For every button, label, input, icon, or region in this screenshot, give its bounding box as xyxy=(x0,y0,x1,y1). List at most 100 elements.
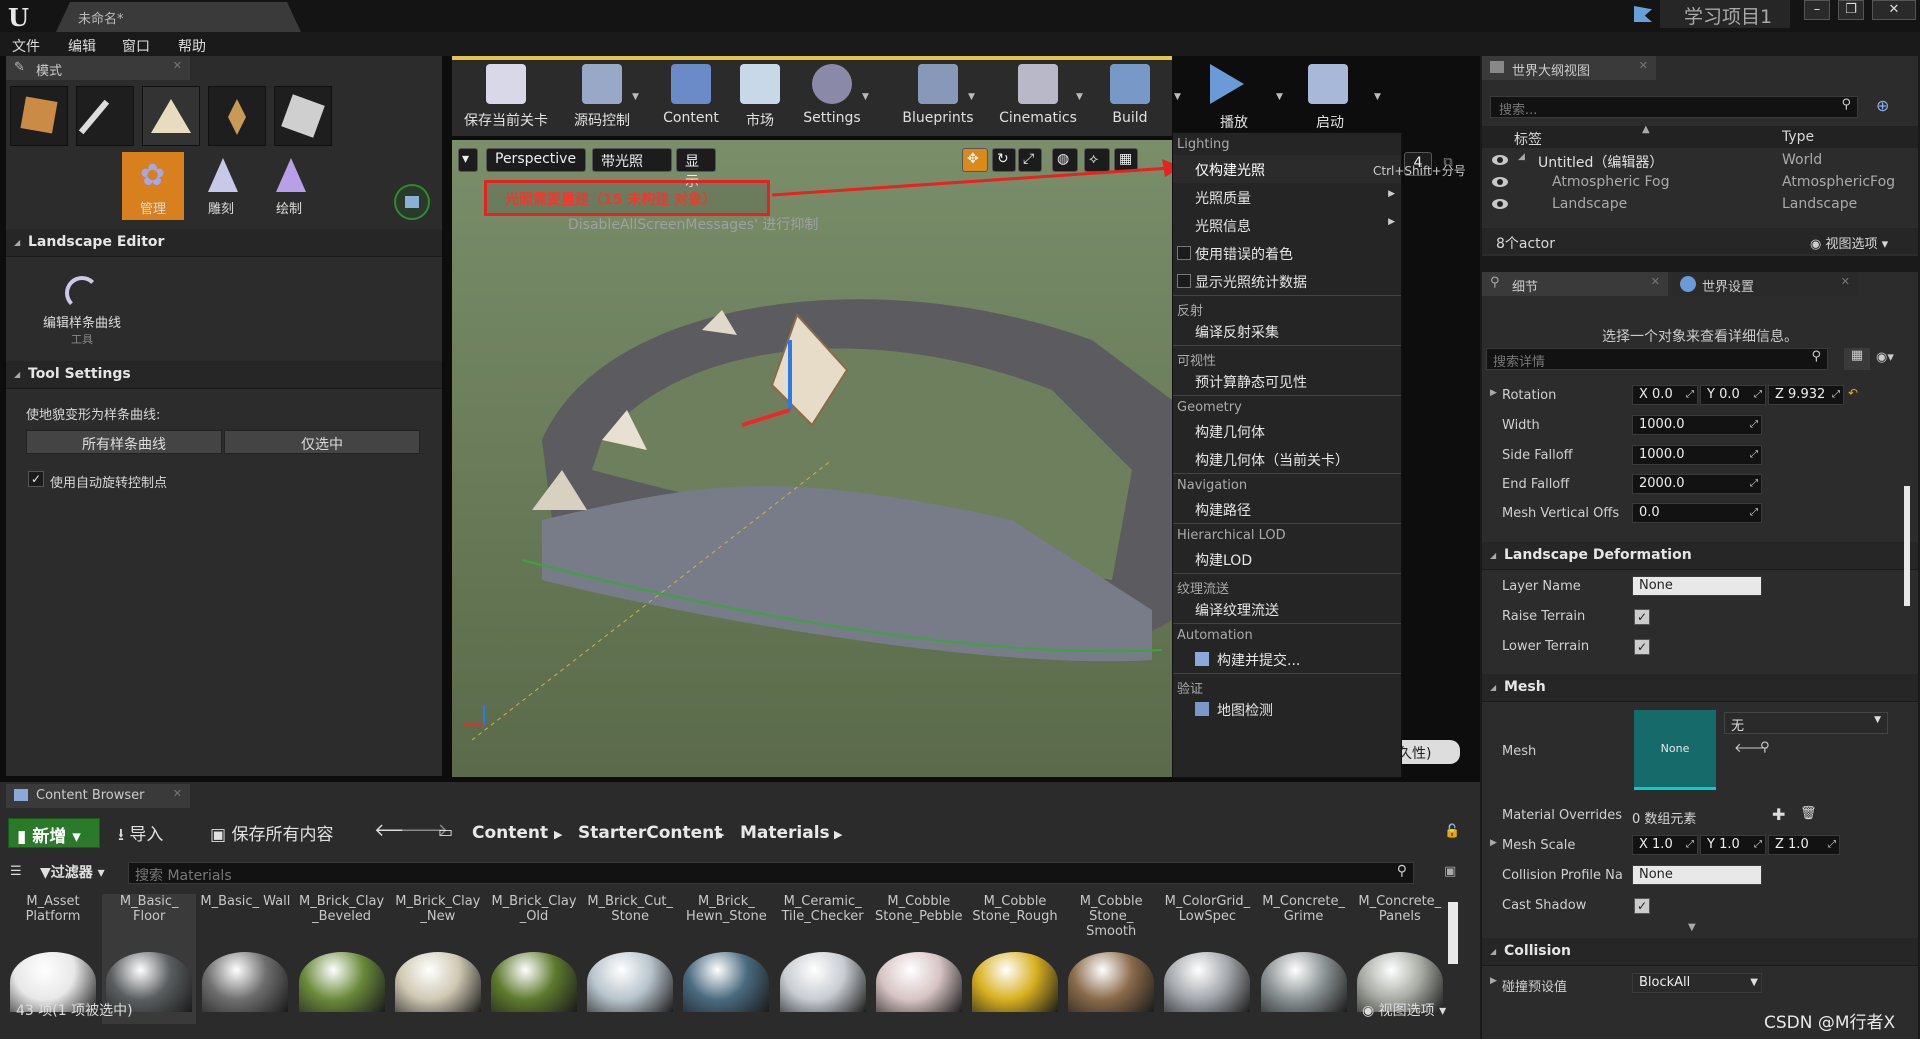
asset-tile[interactable]: M_Cobble Stone_Rough xyxy=(968,894,1062,1024)
browse-icon[interactable]: ⚲ xyxy=(1760,740,1770,755)
place-mode-icon[interactable] xyxy=(10,86,68,146)
chevron-down-icon[interactable]: ▼ xyxy=(968,92,975,102)
minimize-button[interactable]: – xyxy=(1804,0,1830,20)
spinner-icon[interactable]: ⤢ xyxy=(1754,389,1762,400)
raise-terrain-checkbox[interactable]: ✓ xyxy=(1634,609,1650,625)
expand-arrow-icon[interactable]: ▶ xyxy=(1490,838,1497,848)
source-control-button[interactable]: 源码控制 xyxy=(562,64,642,136)
trash-icon[interactable]: 🗑 xyxy=(1800,806,1817,821)
sources-toggle-icon[interactable]: ☰ xyxy=(10,864,22,879)
modes-tab[interactable]: ✎ 模式 ✕ xyxy=(6,56,190,80)
eye-icon[interactable] xyxy=(1492,199,1508,209)
marketplace-button[interactable]: 市场 xyxy=(730,64,790,136)
collision-header[interactable]: Collision xyxy=(1482,938,1918,966)
landscape-mode-icon[interactable] xyxy=(142,86,200,146)
import-button[interactable]: ⭳ 导入 xyxy=(118,820,163,851)
add-new-button[interactable]: ▮ 新增 ▾ xyxy=(8,818,100,848)
landscape-editor-header[interactable]: Landscape Editor xyxy=(6,229,442,257)
mesh-scale-x-field[interactable]: X 1.0 ⤢ xyxy=(1632,835,1698,855)
tool-settings-header[interactable]: Tool Settings xyxy=(6,361,442,389)
checkbox[interactable] xyxy=(1177,246,1191,260)
build-lighting-only-item[interactable]: 仅构建光照 Ctrl+Shift+分号 xyxy=(1173,155,1466,183)
close-icon[interactable]: ✕ xyxy=(1651,275,1660,288)
asset-tile[interactable]: M_Basic_ Wall xyxy=(198,894,292,1024)
save-current-button[interactable]: 保存当前关卡 xyxy=(460,64,552,136)
breadcrumb-starter-content[interactable]: StarterContent xyxy=(578,823,722,843)
outliner-row[interactable]: ◢ Untitled（编辑器） World xyxy=(1482,150,1902,172)
manage-tool-button[interactable]: ✿ 管理 xyxy=(122,152,184,220)
breadcrumb-arrow-icon[interactable]: ▶ xyxy=(554,828,562,841)
build-geometry-current-level-item[interactable]: 构建几何体（当前关卡） xyxy=(1173,445,1401,473)
rotation-x-field[interactable]: X 0.0 ⤢ xyxy=(1632,385,1698,405)
mesh-scale-y-field[interactable]: Y 1.0 ⤢ xyxy=(1700,835,1766,855)
build-geometry-item[interactable]: 构建几何体 xyxy=(1173,417,1401,445)
mesh-header[interactable]: Mesh xyxy=(1482,674,1918,702)
type-column[interactable]: Type xyxy=(1782,129,1814,145)
label-column[interactable]: 标签 xyxy=(1514,129,1542,149)
filters-button[interactable]: ▼过滤器 ▾ xyxy=(40,862,105,882)
build-and-submit-item[interactable]: 构建并提交... xyxy=(1173,645,1401,673)
mesh-thumbnail[interactable]: None xyxy=(1634,710,1716,790)
lit-button[interactable]: 带光照 xyxy=(592,148,672,172)
menu-edit[interactable]: 编辑 xyxy=(68,36,96,56)
breadcrumb-materials[interactable]: Materials xyxy=(740,823,830,843)
search-icon[interactable]: ⚲ xyxy=(1811,349,1821,364)
grid-view-icon[interactable]: ▦ xyxy=(1844,348,1870,370)
map-check-item[interactable]: 地图检测 xyxy=(1173,695,1401,723)
collision-preset-combo[interactable]: BlockAll ▼ xyxy=(1632,973,1762,993)
close-icon[interactable]: ✕ xyxy=(173,59,182,72)
asset-tile[interactable]: M_Brick_Clay _Old xyxy=(487,894,581,1024)
perspective-button[interactable]: Perspective xyxy=(486,148,586,172)
breadcrumb-content[interactable]: Content xyxy=(472,823,548,843)
asset-tile[interactable]: M_Brick_Clay _Beveled xyxy=(295,894,389,1024)
spinner-icon[interactable]: ⤢ xyxy=(1750,507,1758,518)
edit-spline-tool[interactable]: 编辑样条曲线 工具 xyxy=(32,276,132,356)
launch-button[interactable]: 启动 xyxy=(1296,56,1366,136)
lighting-quality-item[interactable]: 光照质量 ▶ xyxy=(1173,183,1401,211)
asset-tile[interactable]: M_Brick_ Hewn_Stone xyxy=(679,894,773,1024)
menu-help[interactable]: 帮助 xyxy=(178,36,206,56)
expand-arrow-icon[interactable]: ▶ xyxy=(1490,976,1497,986)
spinner-icon[interactable]: ⤢ xyxy=(1686,389,1694,400)
reset-arrow-icon[interactable]: ↶ xyxy=(1848,386,1858,400)
mesh-combo[interactable]: 无 ▼ xyxy=(1724,712,1888,734)
build-paths-item[interactable]: 构建路径 xyxy=(1173,495,1401,523)
content-browser-tab[interactable]: Content Browser ✕ xyxy=(6,784,190,808)
build-reflection-captures-item[interactable]: 编译反射采集 xyxy=(1173,317,1401,345)
play-button[interactable]: 播放 xyxy=(1196,56,1276,136)
source-control-flag-icon[interactable] xyxy=(1634,6,1652,22)
close-icon[interactable]: ✕ xyxy=(173,787,182,800)
outliner-search-input[interactable]: 搜索... ⚲ xyxy=(1490,96,1858,118)
chevron-down-icon[interactable]: ▼ xyxy=(1374,92,1381,102)
all-splines-button[interactable]: 所有样条曲线 xyxy=(26,430,222,454)
details-search-input[interactable]: 搜索详情 ⚲ xyxy=(1486,348,1828,370)
foliage-mode-icon[interactable] xyxy=(208,86,266,146)
show-lighting-stats-item[interactable]: 显示光照统计数据 xyxy=(1173,267,1401,295)
lighting-info-item[interactable]: 光照信息 ▶ xyxy=(1173,211,1401,239)
chevron-down-icon[interactable]: ▼ xyxy=(1276,92,1283,102)
content-view-options[interactable]: ◉ 视图选项 ▾ xyxy=(1362,1000,1446,1020)
spinner-icon[interactable]: ⤢ xyxy=(1750,419,1758,430)
use-error-coloring-item[interactable]: 使用错误的着色 xyxy=(1173,239,1401,267)
side-falloff-field[interactable]: 1000.0 ⤢ xyxy=(1632,445,1762,465)
asset-tile[interactable]: M_Ceramic_ Tile_Checker xyxy=(776,894,870,1024)
spinner-icon[interactable]: ⤢ xyxy=(1750,478,1758,489)
landscape-gizmo-icon[interactable] xyxy=(394,184,430,220)
spinner-icon[interactable]: ⤢ xyxy=(1686,839,1694,850)
eye-icon[interactable] xyxy=(1492,177,1508,187)
sculpt-tool-button[interactable]: 雕刻 xyxy=(190,152,252,220)
lower-terrain-checkbox[interactable]: ✓ xyxy=(1634,639,1650,655)
spinner-icon[interactable]: ⤢ xyxy=(1754,839,1762,850)
folder-icon[interactable]: ▭ xyxy=(438,822,453,841)
eye-icon[interactable] xyxy=(1492,155,1508,165)
asset-tile[interactable]: M_Concrete_ Grime xyxy=(1257,894,1351,1024)
details-tab[interactable]: ⚲ 细节 ✕ xyxy=(1482,272,1668,296)
build-dropdown-arrow[interactable]: ▼ xyxy=(1174,92,1181,102)
eye-icon[interactable]: ◉▾ xyxy=(1876,350,1894,365)
chevron-down-icon[interactable]: ▼ xyxy=(862,92,869,102)
outliner-row[interactable]: Landscape Landscape xyxy=(1482,194,1902,216)
end-falloff-field[interactable]: 2000.0 ⤢ xyxy=(1632,474,1762,494)
search-icon[interactable]: ⚲ xyxy=(1841,97,1851,112)
asset-tile[interactable]: M_Cobble Stone_Pebble xyxy=(872,894,966,1024)
search-icon[interactable]: ⚲ xyxy=(1397,863,1407,879)
